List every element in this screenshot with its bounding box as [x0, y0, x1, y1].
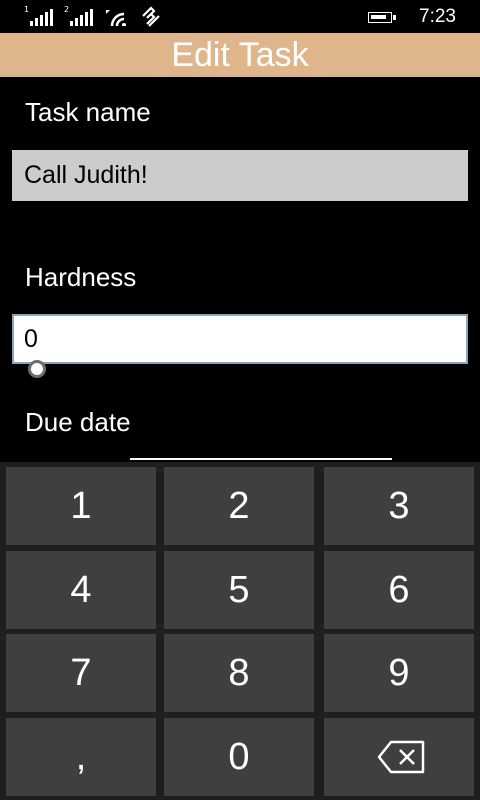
- sim1-number: 1: [24, 5, 30, 14]
- key-8[interactable]: 8: [164, 634, 314, 712]
- key-3[interactable]: 3: [324, 467, 474, 545]
- data-sync-icon: [142, 6, 160, 27]
- key-comma[interactable]: ,: [6, 718, 156, 796]
- backspace-key[interactable]: [324, 718, 474, 796]
- task-name-input[interactable]: Call Judith!: [12, 150, 468, 201]
- screen: 1 2 7:23 Edit Task Task name Call Judith…: [0, 0, 480, 800]
- due-date-picker[interactable]: [130, 458, 392, 460]
- signal-sim2-icon: 2: [64, 6, 94, 26]
- due-date-label: Due date: [25, 407, 131, 437]
- hardness-label: Hardness: [25, 262, 137, 292]
- key-2[interactable]: 2: [164, 467, 314, 545]
- sim2-number: 2: [64, 5, 70, 14]
- task-name-label: Task name: [25, 97, 151, 127]
- wifi-icon: [106, 10, 126, 26]
- battery-icon: [368, 12, 396, 23]
- key-5[interactable]: 5: [164, 551, 314, 629]
- status-bar: 1 2 7:23: [0, 0, 480, 34]
- key-7[interactable]: 7: [6, 634, 156, 712]
- key-0[interactable]: 0: [164, 718, 314, 796]
- signal-sim1-icon: 1: [24, 6, 54, 26]
- text-caret-handle[interactable]: [28, 360, 46, 378]
- title-bar: Edit Task: [0, 33, 480, 77]
- backspace-icon: [377, 740, 425, 774]
- page-title: Edit Task: [171, 36, 309, 74]
- key-6[interactable]: 6: [324, 551, 474, 629]
- key-9[interactable]: 9: [324, 634, 474, 712]
- key-4[interactable]: 4: [6, 551, 156, 629]
- clock: 7:23: [419, 6, 456, 27]
- hardness-input[interactable]: 0: [12, 314, 468, 364]
- key-1[interactable]: 1: [6, 467, 156, 545]
- numeric-keypad: 1 2 3 4 5 6 7 8 9 , 0: [0, 462, 480, 800]
